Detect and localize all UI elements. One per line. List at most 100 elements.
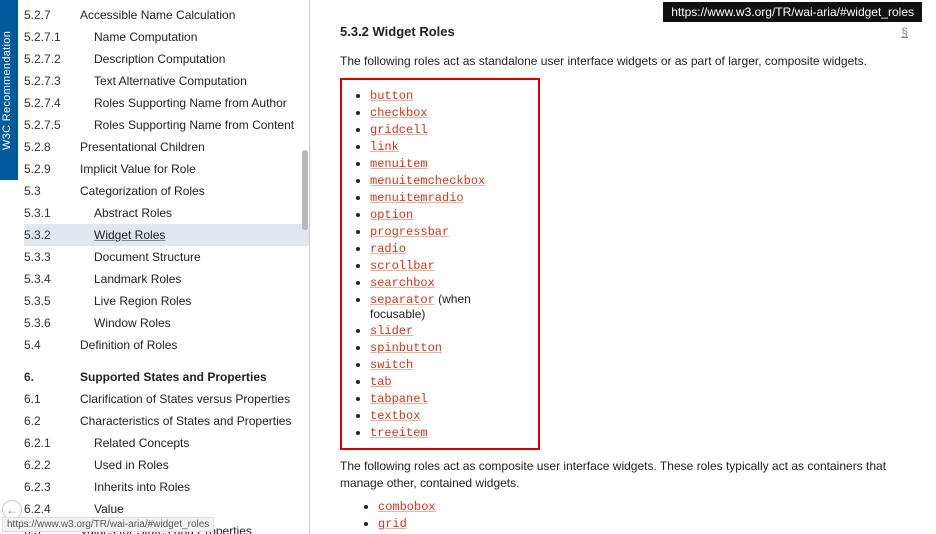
toc-item-number: 5.3 [24,182,80,200]
composite-intro-paragraph: The following roles act as composite use… [340,458,908,492]
toc-item-label: Roles Supporting Name from Author [94,96,287,110]
toc-item-label: Text Alternative Computation [94,74,247,88]
toc-item[interactable]: 6.1Clarification of States versus Proper… [24,388,309,410]
toc-item[interactable]: 5.3.5 Live Region Roles [24,290,309,312]
toc-item-number: 6.2.3 [24,478,80,496]
role-link[interactable]: combobox [378,500,436,514]
role-link[interactable]: tab [370,375,392,389]
role-link[interactable]: slider [370,324,413,338]
role-link[interactable]: scrollbar [370,259,435,273]
toc-item[interactable]: 5.3.6Window Roles [24,312,309,334]
widget-role-item: treeitem [370,425,528,440]
toc-item[interactable]: 5.2.7Accessible Name Calculation [24,4,309,26]
widget-role-item: scrollbar [370,258,528,273]
section-permalink[interactable]: § [901,25,908,39]
composite-role-item: combobox [378,499,908,514]
toc-item-number: 6.2 [24,412,80,430]
toc-item-label: Used in Roles [94,458,169,472]
role-link[interactable]: treeitem [370,426,428,440]
toc-item[interactable]: 5.3.2 Widget Roles [24,224,309,246]
widget-role-item: option [370,207,528,222]
widget-role-item: gridcell [370,122,528,137]
role-link[interactable]: tabpanel [370,392,428,406]
role-link[interactable]: spinbutton [370,341,442,355]
composite-role-item: grid [378,516,908,531]
toc-item-number: 5.2.7 [24,6,80,24]
toc-item[interactable]: 5.2.7.4Roles Supporting Name from Author [24,92,309,114]
toc-item[interactable]: 6.2.2Used in Roles [24,454,309,476]
toc-item-label: Abstract Roles [94,206,172,220]
toc-item-number: 5.2.7.5 [24,116,80,134]
status-bar-url: https://www.w3.org/TR/wai-aria/#widget_r… [2,517,214,532]
widget-role-item: separator (when focusable) [370,292,528,321]
toc-item[interactable]: 6.2.1Related Concepts [24,432,309,454]
role-link[interactable]: searchbox [370,276,435,290]
role-link[interactable]: button [370,89,413,103]
widget-role-item: menuitemradio [370,190,528,205]
toc-item[interactable]: 5.3.3Document Structure [24,246,309,268]
toc-item-label: Accessible Name Calculation [80,8,235,22]
role-link[interactable]: switch [370,358,413,372]
role-link[interactable]: textbox [370,409,420,423]
toc-item-label: Categorization of Roles [80,184,205,198]
intro-paragraph: The following roles act as standalone us… [340,53,908,70]
role-link[interactable]: menuitem [370,157,428,171]
toc-item-number: 6. [24,368,80,386]
toc-item[interactable]: 6.2.3Inherits into Roles [24,476,309,498]
toc-item-number: 5.2.8 [24,138,80,156]
toc-item-label: Widget Roles [94,228,165,242]
toc-item-number: 5.2.7.2 [24,50,80,68]
toc-item-number: 6.1 [24,390,80,408]
toc-item[interactable]: 5.2.9Implicit Value for Role [24,158,309,180]
role-link[interactable]: menuitemradio [370,191,464,205]
widget-role-item: switch [370,357,528,372]
toc-item-label: Roles Supporting Name from Content [94,118,294,132]
toc-item[interactable]: 5.2.7.2 Description Computation [24,48,309,70]
toc-item-number: 5.3.5 [24,292,80,310]
toc-item[interactable]: 5.4Definition of Roles [24,334,309,356]
role-link[interactable]: grid [378,517,407,531]
widget-roles-highlight-box: button checkbox gridcell link menuitem menuit… [340,78,540,450]
toc-item-number: 5.3.2 [24,226,80,244]
widget-role-item: spinbutton [370,340,528,355]
role-link[interactable]: checkbox [370,106,428,120]
widget-role-item: link [370,139,528,154]
toc-item[interactable]: 5.2.7.1Name Computation [24,26,309,48]
toc-item-label: Live Region Roles [94,294,191,308]
role-link[interactable]: radio [370,242,406,256]
toc-sidebar: 5.2.7Accessible Name Calculation5.2.7.1N… [18,0,310,534]
role-link[interactable]: gridcell [370,123,428,137]
toc-item-label: Implicit Value for Role [80,162,196,176]
sidebar-scrollbar-thumb[interactable] [302,150,308,230]
toc-item[interactable]: 5.2.7.5 Roles Supporting Name from Conten… [24,114,309,136]
role-link[interactable]: option [370,208,413,222]
widget-role-item: tabpanel [370,391,528,406]
toc-item[interactable]: 5.2.7.3Text Alternative Computation [24,70,309,92]
toc-item[interactable]: 5.3.1Abstract Roles [24,202,309,224]
role-link[interactable]: separator [370,293,435,307]
toc-item-number: 5.3.4 [24,270,80,288]
toc-item-number: 5.2.7.1 [24,28,80,46]
w3c-recommendation-tab: W3C Recommendation [0,0,18,180]
role-link[interactable]: link [370,140,399,154]
toc-item[interactable]: 6.Supported States and Properties [24,366,309,388]
widget-role-item: tab [370,374,528,389]
toc-item-number: 6.2.4 [24,500,80,518]
toc-item[interactable]: 5.3.4 Landmark Roles [24,268,309,290]
toc-item[interactable]: 6.2Characteristics of States and Propert… [24,410,309,432]
toc-item[interactable]: 5.3Categorization of Roles [24,180,309,202]
widget-role-item: slider [370,323,528,338]
toc-item-label: Window Roles [94,316,171,330]
widget-role-item: button [370,88,528,103]
widget-role-item: checkbox [370,105,528,120]
toc-item[interactable]: 5.2.8Presentational Children [24,136,309,158]
role-link[interactable]: progressbar [370,225,449,239]
toc-item-number: 5.3.3 [24,248,80,266]
composite-roles-list: combobox grid [340,499,908,531]
widget-role-item: progressbar [370,224,528,239]
role-link[interactable]: menuitemcheckbox [370,174,485,188]
toc-item-label: Description Computation [94,52,225,66]
toc-item-number: 5.2.9 [24,160,80,178]
toc-item-label: Landmark Roles [94,272,181,286]
widget-role-item: menuitem [370,156,528,171]
